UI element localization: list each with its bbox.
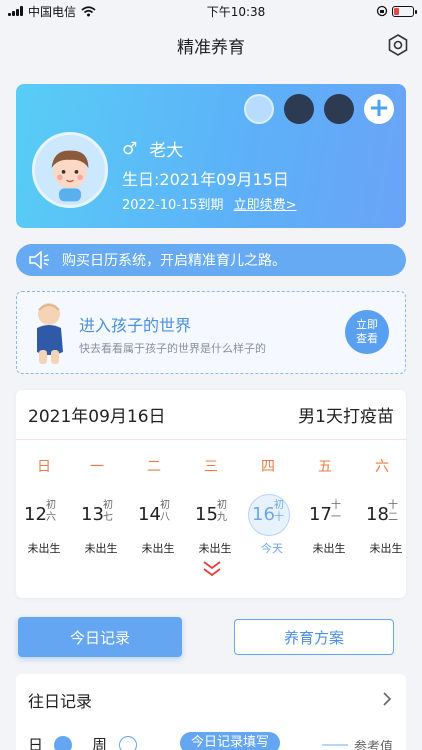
day-radio[interactable] xyxy=(54,736,72,750)
child-world-card[interactable]: 进入孩子的世界 快去看看属于孩子的世界是什么样子的 立即 查看 xyxy=(16,291,406,374)
day-number: 12 xyxy=(24,504,47,525)
history-title: 往日记录 xyxy=(28,692,93,711)
view-now-label-1: 立即 xyxy=(356,318,378,331)
day-status: 未出生 xyxy=(312,542,346,555)
day-status: 未出生 xyxy=(27,542,61,555)
promo-banner[interactable]: 购买日历系统，开启精准育儿之路。 xyxy=(16,244,406,276)
world-subtitle: 快去看看属于孩子的世界是什么样子的 xyxy=(79,342,266,355)
status-bar: 中国电信 下午10:38 xyxy=(0,0,422,22)
lunar-date: 初十 xyxy=(274,500,284,523)
settings-icon[interactable] xyxy=(386,33,410,57)
weekday-fri: 五 xyxy=(318,459,332,475)
expire-date: 2022-10-15到期 xyxy=(122,198,224,213)
weekday-mon: 一 xyxy=(90,459,104,475)
day-option-label: 日 xyxy=(28,736,44,750)
weekday-wed: 三 xyxy=(204,459,218,475)
promo-text: 购买日历系统，开启精准育儿之路。 xyxy=(62,253,286,269)
orientation-lock-icon xyxy=(376,5,388,17)
calendar-day[interactable]: 15 初九 xyxy=(187,494,243,534)
calendar-day-today[interactable]: 16 初十 xyxy=(244,494,300,536)
clock: 下午10:38 xyxy=(206,4,266,19)
add-child-button[interactable]: + xyxy=(364,94,394,124)
day-number: 16 xyxy=(252,504,275,525)
day-number: 17 xyxy=(309,504,332,525)
day-number: 13 xyxy=(81,504,104,525)
nav-bar: 精准养育 xyxy=(0,22,422,68)
lunar-date: 初八 xyxy=(160,500,170,523)
carrier-label: 中国电信 xyxy=(28,4,77,19)
weekday-thu: 四 xyxy=(261,459,275,475)
week-radio[interactable] xyxy=(119,736,137,750)
view-now-button[interactable]: 立即 查看 xyxy=(345,310,389,354)
calendar-day[interactable]: 12 初六 xyxy=(16,494,72,534)
weekday-sun: 日 xyxy=(37,459,51,475)
battery-icon xyxy=(391,5,417,17)
world-title: 进入孩子的世界 xyxy=(79,316,192,335)
page-title: 精准养育 xyxy=(177,37,245,58)
reference-legend-label: 参考值 xyxy=(354,740,394,750)
day-status: 未出生 xyxy=(141,542,175,555)
subscription-row: 2022-10-15到期 立即续费> xyxy=(122,194,296,213)
lunar-date: 十一 xyxy=(331,500,341,523)
calendar-day[interactable]: 18 十二 xyxy=(358,494,414,534)
lunar-date: 初七 xyxy=(103,500,113,523)
parenting-plan-button[interactable]: 养育方案 xyxy=(234,619,394,655)
calendar-card: 2021年09月16日 男1天打疫苗 日 一 二 三 四 五 六 12 初六 1… xyxy=(16,390,406,598)
baby-illustration xyxy=(37,303,63,364)
day-status: 未出生 xyxy=(198,542,232,555)
day-status: 未出生 xyxy=(369,542,403,555)
fill-today-record-button[interactable]: 今日记录填写 xyxy=(180,732,280,750)
renew-link[interactable]: 立即续费> xyxy=(234,194,297,213)
signal-icon xyxy=(8,6,23,16)
child-avatar-1[interactable] xyxy=(244,94,274,124)
week-option-label: 周 xyxy=(92,736,108,750)
lunar-date: 初六 xyxy=(46,500,56,523)
day-status-today: 今天 xyxy=(261,542,283,555)
weekday-tue: 二 xyxy=(147,459,161,475)
history-controls: 日 周 今日记录填写 参考值 xyxy=(16,732,406,750)
child-avatar-3[interactable] xyxy=(324,94,354,124)
day-number: 15 xyxy=(195,504,218,525)
selected-date: 2021年09月16日 xyxy=(28,407,166,427)
chevron-right-icon[interactable] xyxy=(382,691,392,707)
today-record-button[interactable]: 今日记录 xyxy=(18,617,182,657)
history-card: 往日记录 日 周 今日记录填写 参考值 xyxy=(16,674,406,750)
day-number: 14 xyxy=(138,504,161,525)
gender-icon: ♂ xyxy=(122,138,138,159)
child-avatar-2[interactable] xyxy=(284,94,314,124)
calendar-header: 2021年09月16日 男1天打疫苗 xyxy=(16,390,406,440)
day-number: 18 xyxy=(366,504,389,525)
speaker-icon xyxy=(29,251,49,269)
child-birthday: 生日:2021年09月15日 xyxy=(122,170,289,189)
child-name: 老大 xyxy=(149,141,184,161)
status-right xyxy=(376,5,417,17)
child-profile-card[interactable]: + ♂ 老大 生日:2021年09月15日 2022-10-15到期 立即续费> xyxy=(16,84,406,228)
child-name-row: ♂ 老大 xyxy=(122,136,184,162)
child-avatar[interactable] xyxy=(32,132,108,208)
wifi-icon xyxy=(81,5,96,16)
lunar-date: 十二 xyxy=(388,500,398,523)
calendar-day[interactable]: 14 初八 xyxy=(130,494,186,534)
calendar-day[interactable]: 13 初七 xyxy=(73,494,129,534)
lunar-date: 初九 xyxy=(217,500,227,523)
calendar-day[interactable]: 17 十一 xyxy=(301,494,357,534)
vaccine-note: 男1天打疫苗 xyxy=(298,407,394,427)
expand-calendar-icon[interactable] xyxy=(202,560,222,578)
reference-legend-line xyxy=(322,744,348,746)
day-status: 未出生 xyxy=(84,542,118,555)
weekday-sat: 六 xyxy=(375,459,389,475)
child-switcher: + xyxy=(244,94,394,124)
status-left: 中国电信 xyxy=(8,3,96,20)
view-now-label-2: 查看 xyxy=(356,332,378,345)
